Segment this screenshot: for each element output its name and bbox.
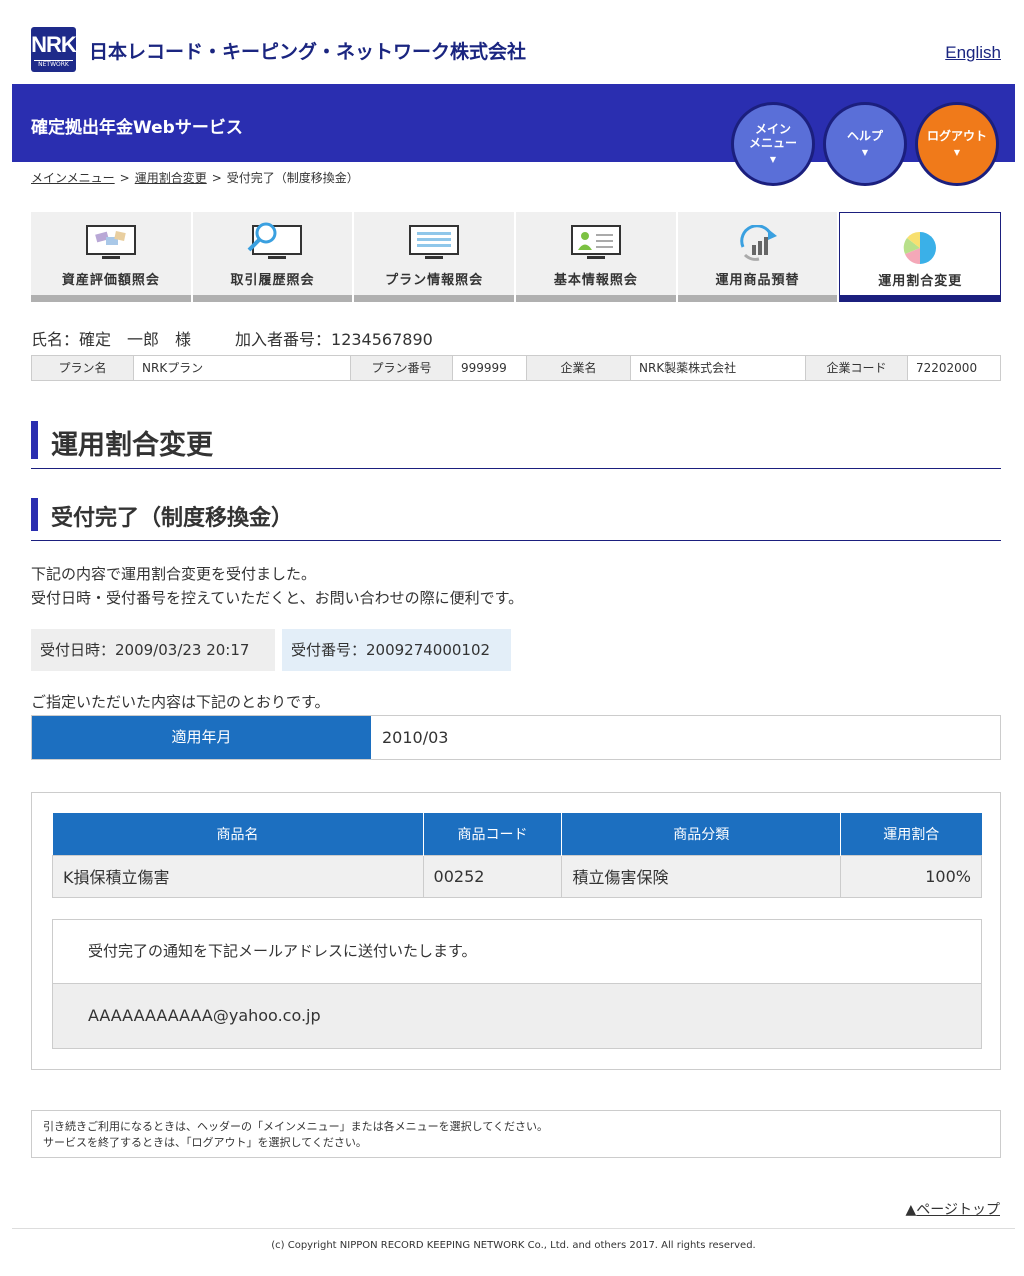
tab-transaction-history[interactable]: 取引履歴照会	[192, 212, 353, 302]
detail-box: 商品名 商品コード 商品分類 運用割合 K損保積立傷害 00252 積立傷害保険…	[31, 792, 1001, 1070]
tab-label: 取引履歴照会	[230, 273, 315, 288]
page-top-link[interactable]: ▲ページトップ	[905, 1199, 1000, 1219]
person-monitor-icon	[570, 225, 621, 259]
company-code-value: 72202000	[916, 361, 978, 375]
tab-label: 資産評価額照会	[61, 273, 160, 288]
main-menu-label-1: メイン	[754, 121, 791, 136]
col-allocation: 運用割合	[840, 813, 982, 855]
title-accent-bar	[31, 421, 38, 459]
cell-product-code: 00252	[422, 854, 563, 898]
refresh-chart-icon	[739, 225, 777, 261]
logo-subtext: NETWORK	[34, 60, 73, 69]
top-header: NRK NETWORK 日本レコード・キーピング・ネットワーク株式会社 Engl…	[31, 27, 1001, 73]
receipt-datetime: 受付日時：2009/03/23 20:17	[31, 629, 275, 671]
mail-address: AAAAAAAAAAA@yahoo.co.jp	[53, 984, 981, 1048]
message-line-1: 下記の内容で運用割合変更を受付ました。	[31, 565, 317, 583]
spec-text: ご指定いただいた内容は下記のとおりです。	[31, 693, 330, 711]
page-title-text: 運用割合変更	[51, 430, 213, 461]
col-product-code: 商品コード	[423, 813, 563, 855]
help-label: ヘルプ	[846, 128, 883, 143]
message-line-2: 受付日時・受付番号を控えていただくと、お問い合わせの際に便利です。	[31, 589, 524, 607]
col-product-name: 商品名	[52, 813, 424, 855]
completion-message: 下記の内容で運用割合変更を受付ました。 受付日時・受付番号を控えていただくと、お…	[31, 562, 523, 610]
section-title-text: 受付完了（制度移換金）	[51, 506, 294, 531]
down-triangle-icon: ▼	[861, 147, 869, 157]
tab-label: 運用商品預替	[715, 273, 800, 288]
tab-label: プラン情報照会	[385, 273, 484, 288]
user-info: 氏名：確定 一郎 様 加入者番号：1234567890	[31, 326, 433, 350]
breadcrumb-current: 受付完了（制度移換金）	[226, 171, 359, 185]
cell-allocation: 100%	[840, 854, 982, 898]
breadcrumb-allocation-change[interactable]: 運用割合変更	[135, 171, 207, 185]
breadcrumb: メインメニュー > 運用割合変更 > 受付完了（制度移換金）	[31, 171, 359, 185]
apply-month-row: 適用年月 2010/03	[31, 715, 1001, 760]
tab-label: 基本情報照会	[553, 273, 638, 288]
cell-product-name: K損保積立傷害	[52, 854, 424, 898]
tab-product-switch[interactable]: 運用商品預替	[677, 212, 838, 302]
mail-notice-text: 受付完了の通知を下記メールアドレスに送付いたします。	[53, 920, 981, 984]
plan-info-table: プラン名 NRKプラン プラン番号 999999 企業名 NRK製薬株式会社 企…	[31, 355, 1001, 381]
up-triangle-icon: ▲	[905, 1202, 917, 1218]
tab-label: 運用割合変更	[878, 274, 963, 289]
logout-button[interactable]: ログアウト ▼	[915, 102, 999, 186]
logout-label: ログアウト	[926, 128, 987, 143]
logo-text: NRK	[31, 32, 77, 57]
nrk-logo[interactable]: NRK NETWORK	[31, 27, 77, 72]
note-line-2: サービスを終了するときは、「ログアウト」を選択してください。	[43, 1136, 367, 1149]
service-title: 確定拠出年金Webサービス	[31, 118, 243, 138]
mail-notice-box: 受付完了の通知を下記メールアドレスに送付いたします。 AAAAAAAAAAA@y…	[52, 919, 982, 1049]
section-title: 受付完了（制度移換金）	[31, 498, 1001, 541]
plan-name-value: NRKプラン	[134, 356, 351, 380]
member-number: 加入者番号：1234567890	[235, 330, 433, 349]
allocation-table: 商品名 商品コード 商品分類 運用割合 K損保積立傷害 00252 積立傷害保険…	[52, 813, 982, 898]
help-button[interactable]: ヘルプ ▼	[823, 102, 907, 186]
tab-plan-info[interactable]: プラン情報照会	[354, 212, 515, 302]
document-monitor-icon	[409, 225, 460, 259]
page-top-label: ページトップ	[916, 1202, 1000, 1218]
breadcrumb-main-menu[interactable]: メインメニュー	[31, 171, 115, 185]
note-line-1: 引き続きご利用になるときは、ヘッダーの「メインメニュー」または各メニューを選択し…	[43, 1120, 549, 1133]
user-name: 氏名：確定 一郎 様	[31, 330, 192, 349]
section-accent-bar	[31, 498, 38, 531]
down-triangle-icon: ▼	[769, 154, 777, 164]
plan-number-value: 999999	[453, 356, 527, 380]
company-code-label: 企業コード	[806, 356, 908, 380]
cell-product-category: 積立傷害保険	[561, 854, 842, 898]
tab-basic-info[interactable]: 基本情報照会	[516, 212, 676, 302]
receipt-number: 受付番号：2009274000102	[282, 629, 511, 671]
tab-allocation-change[interactable]: 運用割合変更	[839, 212, 1002, 302]
english-link[interactable]: English	[945, 43, 1001, 63]
usage-note: 引き続きご利用になるときは、ヘッダーの「メインメニュー」または各メニューを選択し…	[31, 1110, 1001, 1158]
main-menu-label-2: メニュー	[748, 135, 797, 150]
pie-chart-icon	[903, 231, 937, 265]
magnifier-monitor-icon	[247, 222, 302, 259]
asset-monitor-icon	[85, 225, 136, 259]
apply-month-value: 2010/03	[382, 728, 449, 747]
table-header-row: 商品名 商品コード 商品分類 運用割合	[52, 813, 982, 855]
page-title: 運用割合変更	[31, 421, 1001, 469]
menu-tabs: 資産評価額照会 取引履歴照会 プラン情報照会 基本情報照会 運用商品預替 運用割…	[31, 212, 1002, 302]
company-label: 企業名	[527, 356, 631, 380]
company-name: 日本レコード・キーピング・ネットワーク株式会社	[89, 41, 527, 63]
main-menu-button[interactable]: メイン メニュー ▼	[731, 102, 815, 186]
tab-asset-valuation[interactable]: 資産評価額照会	[31, 212, 191, 302]
down-triangle-icon: ▼	[953, 147, 961, 157]
col-product-category: 商品分類	[561, 813, 842, 855]
table-row: K損保積立傷害 00252 積立傷害保険 100%	[52, 854, 982, 898]
apply-month-label: 適用年月	[32, 716, 371, 759]
plan-name-label: プラン名	[32, 356, 134, 380]
footer-copyright: (c) Copyright NIPPON RECORD KEEPING NETW…	[12, 1228, 1015, 1251]
company-value: NRK製薬株式会社	[631, 356, 806, 380]
plan-number-label: プラン番号	[351, 356, 453, 380]
